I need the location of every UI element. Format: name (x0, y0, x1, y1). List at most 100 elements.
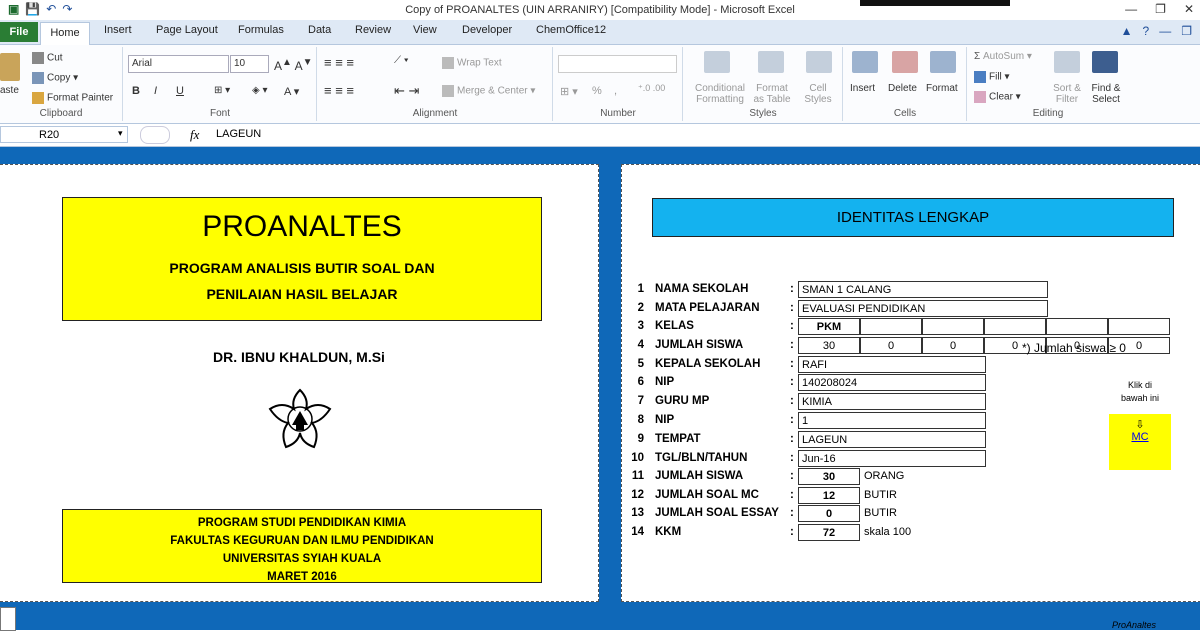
row-value-cell[interactable]: 140208024 (798, 374, 986, 391)
font-name-select[interactable]: Arial (128, 55, 229, 73)
class-empty-cell[interactable] (984, 318, 1046, 335)
scissors-icon (32, 52, 44, 64)
paste-icon[interactable] (0, 53, 20, 81)
row-value-cell[interactable]: RAFI (798, 356, 986, 373)
minimize-icon[interactable]: — (1125, 2, 1137, 16)
row-value-cell[interactable]: LAGEUN (798, 431, 986, 448)
font-color-icon[interactable]: A ▾ (284, 85, 299, 98)
cut-button[interactable]: Cut (32, 52, 63, 64)
binoculars-icon (1092, 51, 1118, 73)
class-empty-cell[interactable] (860, 318, 922, 335)
class-empty-cell[interactable] (1108, 318, 1170, 335)
clear-button[interactable]: Clear ▾ (974, 91, 1021, 103)
university-logo (268, 388, 332, 449)
row-label: KEPALA SEKOLAH (655, 358, 761, 370)
help-icon[interactable]: ? (1143, 24, 1150, 38)
indent-icon[interactable]: ⇤ ⇥ (394, 83, 419, 99)
mc-link[interactable]: MC (1109, 431, 1171, 443)
fill-button[interactable]: Fill ▾ (974, 71, 1010, 83)
formula-bar-toggle[interactable] (140, 126, 170, 144)
sort-filter-button[interactable]: Sort & Filter (1048, 83, 1086, 105)
row-colon: : (790, 433, 794, 445)
bold-button[interactable]: B (132, 85, 140, 97)
row-value-cell[interactable]: PKM (798, 318, 860, 335)
autosum-button[interactable]: Σ AutoSum ▾ (974, 51, 1032, 62)
restore-icon[interactable]: ❐ (1155, 2, 1166, 16)
percent-button[interactable]: % (592, 85, 602, 97)
top-align-icon[interactable]: ≡ ≡ ≡ (324, 55, 354, 70)
worksheet-area[interactable]: PROANALTES PROGRAM ANALISIS BUTIR SOAL D… (0, 147, 1200, 631)
title-bar: ▣ 💾 ↶ ↷ Copy of PROANALTES (UIN ARRANIRY… (0, 0, 1200, 20)
student-count-note: *) Jumlah siswa ≥ 0 (1022, 341, 1126, 355)
row-value-cell[interactable]: Jun-16 (798, 450, 986, 467)
title-bar-strip (860, 0, 1010, 6)
student-count-cell[interactable]: 0 (860, 337, 922, 354)
student-count-cell[interactable]: 0 (922, 337, 984, 354)
class-empty-cell[interactable] (922, 318, 984, 335)
tab-file[interactable]: File (0, 22, 38, 42)
tab-insert[interactable]: Insert (104, 24, 132, 36)
format-painter-button[interactable]: Format Painter (32, 92, 113, 104)
grow-font-button[interactable]: A▲ A▼ (274, 57, 313, 73)
accounting-icon[interactable]: ⊞ ▾ (560, 85, 578, 98)
row-unit: BUTIR (864, 507, 897, 519)
close-icon[interactable]: ✕ (1184, 2, 1194, 16)
format-button[interactable]: Format (926, 83, 958, 94)
name-box[interactable]: R20 (0, 126, 128, 143)
delete-button[interactable]: Delete (888, 83, 917, 94)
row-value-cell[interactable]: 0 (798, 505, 860, 522)
tab-home[interactable]: Home (40, 22, 90, 45)
formula-input[interactable]: LAGEUN (216, 128, 261, 140)
tab-view[interactable]: View (413, 24, 437, 36)
find-select-button[interactable]: Find & Select (1086, 83, 1126, 105)
decimal-icons[interactable]: ⁺.0 .00 (638, 83, 665, 94)
paste-button[interactable]: aste (0, 85, 19, 96)
left-align-icon[interactable]: ≡ ≡ ≡ (324, 83, 354, 98)
tab-review[interactable]: Review (355, 24, 391, 36)
tab-formulas[interactable]: Formulas (238, 24, 284, 36)
row-value-cell[interactable]: SMAN 1 CALANG (798, 281, 1048, 298)
underline-button[interactable]: U (176, 85, 184, 97)
row-colon: : (790, 395, 794, 407)
tab-developer[interactable]: Developer (462, 24, 512, 36)
row-value-cell[interactable]: 72 (798, 524, 860, 541)
conditional-formatting-icon (704, 51, 730, 73)
class-empty-cell[interactable] (1046, 318, 1108, 335)
row-value-cell[interactable]: 1 (798, 412, 986, 429)
workbook-minimize-icon[interactable]: — (1159, 24, 1171, 38)
alignment-group-label: Alignment (412, 108, 458, 119)
institution-lines: PROGRAM STUDI PENDIDIKAN KIMIA FAKULTAS … (63, 514, 541, 586)
italic-button[interactable]: I (154, 85, 157, 97)
row-unit: skala 100 (864, 526, 912, 538)
font-size-select[interactable]: 10 (230, 55, 269, 73)
tab-page-layout[interactable]: Page Layout (156, 24, 218, 36)
fx-icon[interactable]: fx (190, 127, 199, 143)
number-format-select[interactable] (558, 55, 677, 73)
comma-button[interactable]: , (614, 85, 617, 97)
row-value-cell[interactable]: KIMIA (798, 393, 986, 410)
name-box-dropdown-icon[interactable]: ▾ (118, 128, 123, 139)
workbook-restore-icon[interactable]: ❐ (1181, 24, 1192, 38)
mc-button[interactable]: ⇩ MC (1109, 414, 1171, 470)
orientation-icon[interactable]: ⟋ ▾ (394, 55, 409, 66)
cell-styles-icon (806, 51, 832, 73)
fill-color-icon[interactable]: ◈ ▾ (252, 85, 268, 96)
insert-button[interactable]: Insert (850, 83, 875, 94)
row-colon: : (790, 320, 794, 332)
row-value-cell[interactable]: 12 (798, 487, 860, 504)
wrap-text-button[interactable]: Wrap Text (442, 57, 502, 69)
tab-data[interactable]: Data (308, 24, 331, 36)
borders-icon[interactable]: ⊞ ▾ (214, 85, 230, 96)
row-value-cell[interactable]: 30 (798, 468, 860, 485)
sheet-scroll-corner[interactable] (0, 607, 16, 631)
row-value-cell[interactable]: 30 (798, 337, 860, 354)
format-as-table-button[interactable]: Format as Table (750, 83, 794, 105)
footer-label: ProAnaltes (1112, 620, 1157, 630)
copy-button[interactable]: Copy ▾ (32, 72, 78, 84)
tab-chemoffice[interactable]: ChemOffice12 (536, 24, 606, 36)
row-value-cell[interactable]: EVALUASI PENDIDIKAN (798, 300, 1048, 317)
minimize-ribbon-icon[interactable]: ▲ (1121, 24, 1133, 38)
cell-styles-button[interactable]: Cell Styles (796, 83, 840, 105)
conditional-formatting-button[interactable]: Conditional Formatting (690, 83, 750, 105)
merge-center-button[interactable]: Merge & Center ▾ (442, 85, 535, 97)
